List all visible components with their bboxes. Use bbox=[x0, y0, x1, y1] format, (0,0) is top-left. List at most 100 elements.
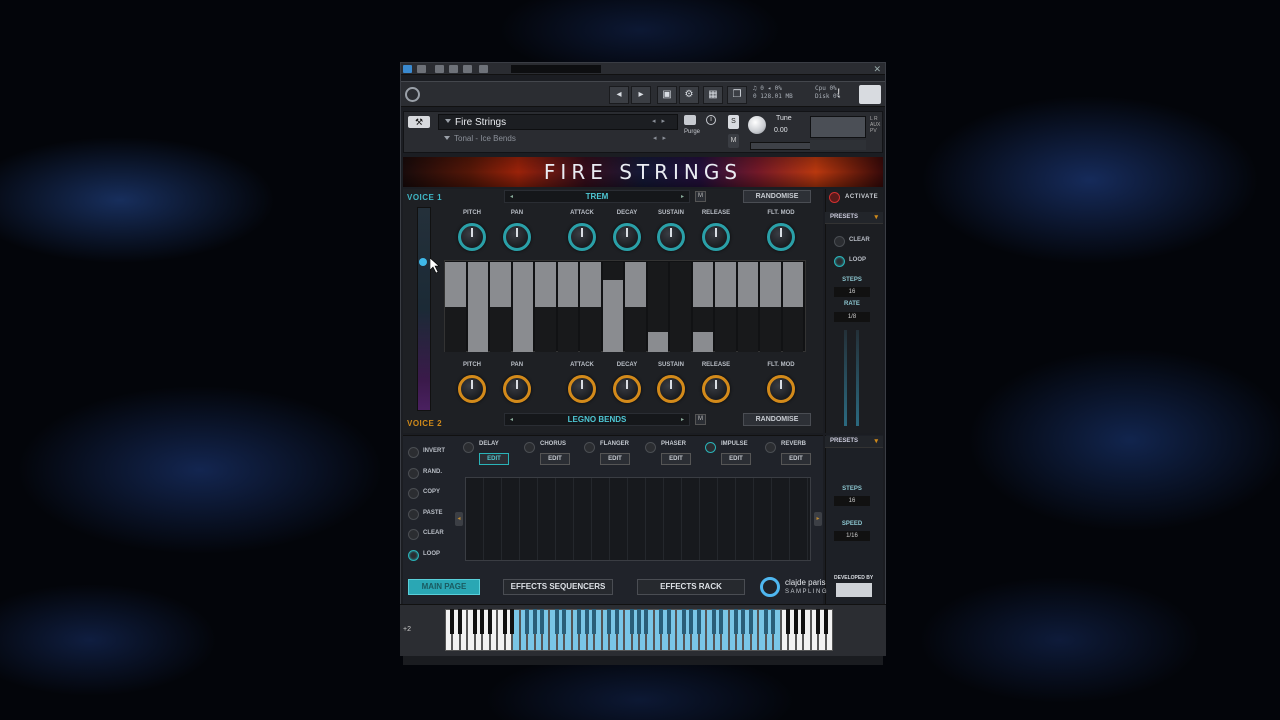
host-button[interactable] bbox=[417, 65, 426, 73]
subpatch-nav-arrows[interactable]: ◂▸ bbox=[653, 134, 672, 142]
black-key[interactable] bbox=[457, 609, 462, 634]
black-key[interactable] bbox=[487, 609, 492, 634]
black-key[interactable] bbox=[689, 609, 694, 634]
voice1-knob-attack[interactable] bbox=[568, 223, 596, 251]
next-arrow-icon[interactable]: ▸ bbox=[681, 416, 684, 423]
instrument-name-field[interactable]: Fire Strings ◂▸ bbox=[438, 114, 678, 130]
host-icon[interactable] bbox=[403, 65, 412, 73]
black-key[interactable] bbox=[525, 609, 530, 634]
voice1-knob-pitch[interactable] bbox=[458, 223, 486, 251]
top-row-step[interactable] bbox=[467, 262, 488, 307]
piano-keyboard[interactable] bbox=[445, 609, 833, 651]
fx-control-led[interactable] bbox=[408, 467, 419, 479]
side-loop-control[interactable]: LOOP bbox=[834, 255, 888, 269]
black-key[interactable] bbox=[711, 609, 716, 634]
voice-mix-slider[interactable] bbox=[417, 207, 431, 411]
scroll-left-icon[interactable]: ◂ bbox=[455, 512, 463, 526]
loop-led[interactable] bbox=[834, 256, 845, 267]
black-key[interactable] bbox=[734, 609, 738, 634]
save-icon[interactable]: ▣ bbox=[657, 86, 677, 104]
top-row-step[interactable] bbox=[760, 262, 781, 307]
clear-led[interactable] bbox=[834, 236, 845, 247]
black-key[interactable] bbox=[614, 609, 619, 634]
fx-clear-control[interactable]: CLEAR bbox=[408, 528, 462, 542]
fx-edit-button[interactable]: EDIT bbox=[661, 453, 691, 465]
dropdown-icon[interactable] bbox=[444, 136, 450, 140]
activate-led[interactable] bbox=[829, 192, 840, 203]
top-row-step[interactable] bbox=[737, 262, 758, 307]
black-key[interactable] bbox=[554, 609, 559, 634]
black-key[interactable] bbox=[816, 609, 821, 634]
voice1-knob-flt-mod[interactable] bbox=[767, 223, 795, 251]
top-row-step[interactable] bbox=[535, 262, 556, 307]
bottom-row-step[interactable] bbox=[782, 307, 803, 352]
fx-unit-led[interactable] bbox=[584, 442, 595, 453]
voice2-knob-attack[interactable] bbox=[568, 375, 596, 403]
fx-presets-dropdown[interactable]: PRESETS ▾ bbox=[825, 436, 883, 448]
voice2-knob-sustain[interactable] bbox=[657, 375, 685, 403]
black-key[interactable] bbox=[510, 609, 515, 634]
fx-edit-button[interactable]: EDIT bbox=[540, 453, 570, 465]
bottom-row-step[interactable] bbox=[490, 307, 511, 352]
bottom-row-step[interactable] bbox=[692, 307, 713, 352]
voice2-knob-release[interactable] bbox=[702, 375, 730, 403]
voice2-knob-pan[interactable] bbox=[503, 375, 531, 403]
black-key[interactable] bbox=[786, 609, 791, 634]
collapse-icon[interactable] bbox=[445, 119, 451, 123]
close-icon[interactable]: ✕ bbox=[873, 64, 881, 75]
gear-icon[interactable]: ⚙ bbox=[679, 86, 699, 104]
tab-main-page[interactable]: MAIN PAGE bbox=[408, 579, 480, 595]
black-key[interactable] bbox=[771, 609, 776, 634]
top-row-step[interactable] bbox=[692, 262, 713, 307]
voice2-knob-decay[interactable] bbox=[613, 375, 641, 403]
black-key[interactable] bbox=[637, 609, 641, 634]
black-key[interactable] bbox=[532, 609, 537, 634]
fx-edit-button[interactable]: EDIT bbox=[721, 453, 751, 465]
voice1-knob-pan[interactable] bbox=[503, 223, 531, 251]
top-row-step[interactable] bbox=[715, 262, 736, 307]
fx-loop-control[interactable]: LOOP bbox=[408, 549, 462, 563]
fx-rand-control[interactable]: RAND. bbox=[408, 467, 462, 481]
fx-invert-control[interactable]: INVERT bbox=[408, 446, 462, 460]
next-arrow-icon[interactable]: ▸ bbox=[681, 193, 684, 200]
mute-button[interactable]: M bbox=[728, 134, 739, 148]
bottom-row-step[interactable] bbox=[512, 307, 533, 352]
black-key[interactable] bbox=[801, 609, 806, 634]
step-sequencer-grid[interactable] bbox=[444, 260, 806, 352]
bottom-row-step[interactable] bbox=[557, 307, 578, 352]
voice2-knob-flt-mod[interactable] bbox=[767, 375, 795, 403]
fx-edit-button[interactable]: EDIT bbox=[600, 453, 630, 465]
fx-edit-button[interactable]: EDIT bbox=[781, 453, 811, 465]
black-key[interactable] bbox=[450, 609, 455, 634]
top-row-step[interactable] bbox=[557, 262, 578, 307]
host-button[interactable] bbox=[479, 65, 488, 73]
effects-sequencer-grid[interactable] bbox=[465, 477, 811, 561]
host-button[interactable] bbox=[463, 65, 472, 73]
fx-control-led[interactable] bbox=[408, 508, 419, 520]
black-key[interactable] bbox=[741, 609, 746, 634]
purge-button[interactable]: Purge bbox=[684, 129, 700, 135]
voice1-knob-decay[interactable] bbox=[613, 223, 641, 251]
black-key[interactable] bbox=[696, 609, 701, 634]
solo-button[interactable]: S bbox=[728, 115, 739, 129]
host-button[interactable] bbox=[449, 65, 458, 73]
side-clear-control[interactable]: CLEAR bbox=[834, 235, 888, 249]
kontakt-logo-icon[interactable] bbox=[405, 87, 420, 102]
volume-slider[interactable] bbox=[810, 140, 866, 150]
top-row-step[interactable] bbox=[490, 262, 511, 307]
bottom-row-step[interactable] bbox=[602, 307, 623, 352]
voice2-knob-pitch[interactable] bbox=[458, 375, 486, 403]
black-key[interactable] bbox=[584, 609, 589, 634]
bottom-row-step[interactable] bbox=[445, 307, 466, 352]
top-row-step[interactable] bbox=[647, 262, 668, 307]
host-preset-field[interactable] bbox=[511, 65, 601, 73]
fx-unit-led[interactable] bbox=[765, 442, 776, 453]
bottom-row-step[interactable] bbox=[625, 307, 646, 352]
presets-dropdown[interactable]: PRESETS ▾ bbox=[825, 212, 883, 224]
fx-speed-spinner[interactable]: 1/16 bbox=[834, 531, 870, 541]
bottom-row-step[interactable] bbox=[647, 307, 668, 352]
tab-effects-sequencers[interactable]: EFFECTS SEQUENCERS bbox=[503, 579, 613, 595]
black-key[interactable] bbox=[502, 609, 507, 634]
warning-icon[interactable]: ! bbox=[837, 86, 840, 100]
black-key[interactable] bbox=[659, 609, 664, 634]
